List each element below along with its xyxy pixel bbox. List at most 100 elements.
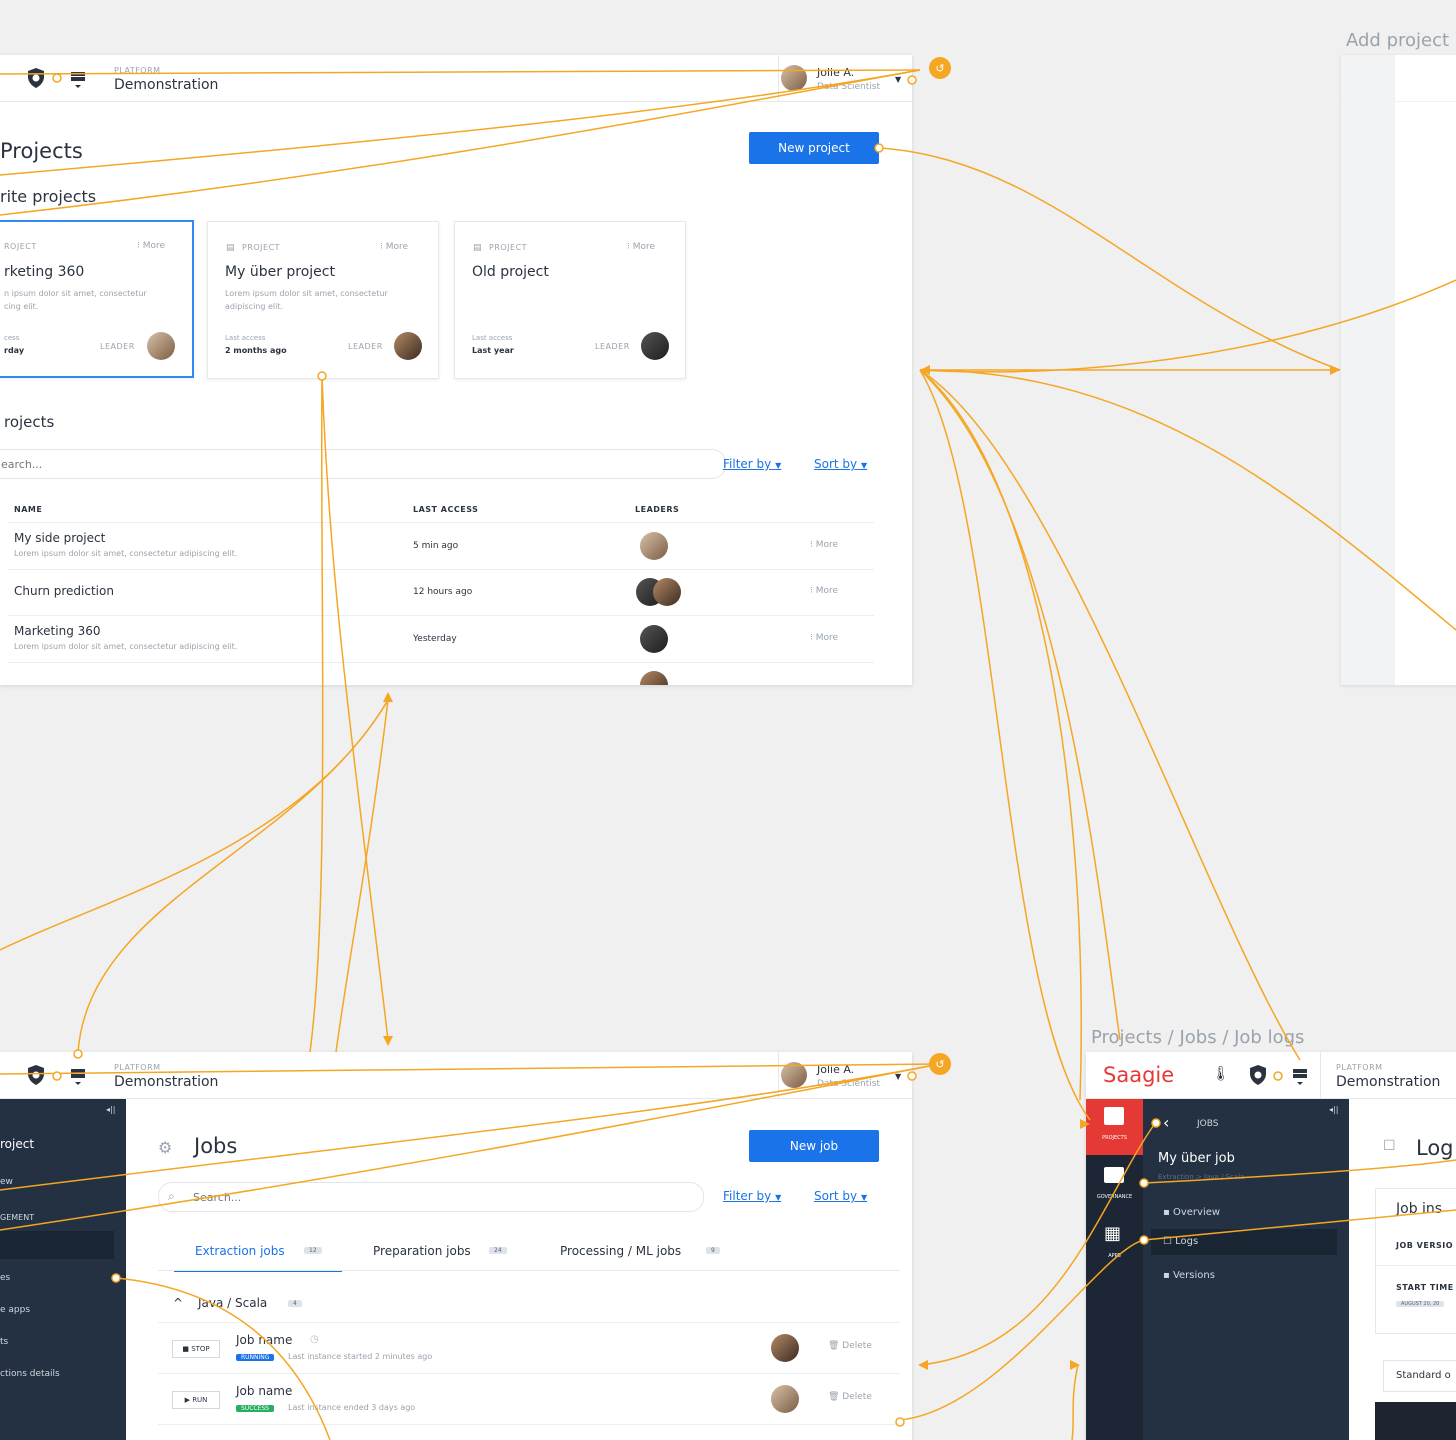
thermometer-icon[interactable]: 🌡 (1212, 1066, 1230, 1082)
job-row[interactable]: ■ STOP Job name ◷ RUNNING Last instance … (158, 1323, 900, 1374)
new-project-button[interactable]: New project (749, 132, 879, 164)
card-access-label: Last access (225, 334, 266, 342)
collapse-icon[interactable]: ◂|| (1329, 1105, 1338, 1114)
tab-label: Preparation jobs (373, 1244, 471, 1258)
row-desc: Lorem ipsum dolor sit amet, consectetur … (14, 549, 238, 558)
user-menu[interactable]: Jolie A. Data Scientist ▼ (778, 55, 912, 101)
card-type: PROJECT (242, 243, 281, 252)
delete-button[interactable]: 🗑 Delete (828, 1341, 872, 1351)
filter-by-link[interactable]: Filter by ▼ (723, 457, 781, 471)
menu-item-overview[interactable]: ▪ Overview (1163, 1207, 1220, 1218)
folder-icon: ▤ (473, 243, 482, 253)
sidebar-item[interactable]: ew (0, 1177, 13, 1187)
project-card[interactable]: ▤ PROJECT ⁝ More Old project Last access… (454, 221, 686, 379)
back-icon[interactable]: ‹ (1163, 1113, 1169, 1132)
favorites-heading: rite projects (0, 187, 97, 206)
more-button[interactable]: ⁝ More (810, 633, 838, 643)
tab-preparation-jobs[interactable]: Preparation jobs 24 (373, 1240, 523, 1270)
table-row[interactable]: Marketing 360 Lorem ipsum dolor sit amet… (8, 616, 874, 663)
shield-icon[interactable] (26, 1064, 46, 1086)
menu-item-versions[interactable]: ▪ Versions (1163, 1270, 1215, 1281)
platform-name[interactable]: Demonstration (114, 1074, 218, 1090)
new-job-button[interactable]: New job (749, 1130, 879, 1162)
user-menu[interactable]: Jolie A. Data Scientist ▼ (778, 1052, 912, 1098)
flow-arrowhead (383, 1036, 393, 1046)
platform-name[interactable]: Demonstration (1336, 1074, 1440, 1090)
chevron-up-icon[interactable]: ^ (173, 1296, 183, 1310)
sort-by-link[interactable]: Sort by ▼ (814, 1189, 867, 1203)
card-type: PROJECT (489, 243, 528, 252)
more-button[interactable]: ⁝ More (810, 586, 838, 596)
project-card[interactable]: ROJECT ⁝ More rketing 360 n ipsum dolor … (0, 220, 194, 378)
projects-screen: PLATFORM Demonstration Jolie A. Data Sci… (0, 55, 912, 685)
leader-label: LEADER (595, 342, 630, 351)
folder-icon (1104, 1107, 1124, 1125)
filter-by-link[interactable]: Filter by ▼ (723, 1189, 781, 1203)
user-role: Data Scientist (817, 1079, 880, 1089)
avatar (394, 332, 422, 360)
more-button[interactable]: ⁝ More (380, 242, 408, 252)
card-type: ROJECT (4, 242, 37, 251)
search-input[interactable] (158, 1182, 704, 1212)
status-badge: RUNNING (236, 1354, 275, 1361)
avatar (653, 578, 681, 606)
server-icon[interactable] (70, 71, 86, 88)
shield-icon[interactable] (26, 67, 46, 89)
server-icon[interactable] (70, 1068, 86, 1085)
rail-item-governance[interactable]: GOVERNANCE (1086, 1161, 1143, 1213)
platform-name[interactable]: Demonstration (114, 77, 218, 93)
project-sidebar: ◂|| roject ew GEMENT es e apps ts ctions… (0, 1099, 126, 1440)
delete-button[interactable]: 🗑 Delete (828, 1392, 872, 1402)
rail-item-apps[interactable]: ▦ APPS (1086, 1219, 1143, 1271)
log-console (1375, 1402, 1456, 1440)
flow-hotspot (929, 57, 951, 79)
tab-extraction-jobs[interactable]: Extraction jobs 12 (174, 1240, 342, 1272)
column-header-leaders[interactable]: LEADERS (635, 505, 679, 514)
log-stream-select[interactable]: Standard o (1383, 1360, 1456, 1392)
run-button[interactable]: ▶ RUN (172, 1391, 220, 1409)
more-button[interactable]: ⁝ More (627, 242, 655, 252)
column-header-last-access[interactable]: LAST ACCESS (413, 505, 478, 514)
date-badge: AUGUST 20, 20 (1396, 1301, 1445, 1307)
stop-button[interactable]: ■ STOP (172, 1340, 220, 1358)
shield-icon[interactable] (1248, 1064, 1268, 1086)
table-row[interactable]: My side project Lorem ipsum dolor sit am… (8, 522, 874, 570)
chevron-down-icon[interactable]: ▼ (895, 1072, 901, 1081)
field-divider (1376, 1265, 1456, 1266)
column-header-name[interactable]: NAME (14, 505, 42, 514)
tab-processing-jobs[interactable]: Processing / ML jobs 9 (560, 1240, 730, 1270)
job-row[interactable]: ▶ RUN Job name SUCCESS Last instance end… (158, 1374, 900, 1425)
sidebar-item[interactable]: roject (0, 1137, 34, 1151)
search-input[interactable] (0, 449, 726, 479)
more-button[interactable]: ⁝ More (810, 540, 838, 550)
ghost-topbar (1341, 55, 1456, 102)
collapse-icon[interactable]: ◂|| (106, 1105, 115, 1114)
sidebar-item[interactable]: ts (0, 1337, 8, 1347)
sidebar-item[interactable]: es (0, 1273, 10, 1283)
sidebar-item[interactable]: ctions details (0, 1369, 60, 1379)
project-card[interactable]: ▤ PROJECT ⁝ More My über project Lorem i… (207, 221, 439, 379)
sidebar-item[interactable]: e apps (0, 1305, 30, 1315)
flow-hotspot (929, 1053, 951, 1075)
more-button[interactable]: ⁝ More (137, 241, 165, 251)
chevron-down-icon[interactable]: ▼ (895, 75, 901, 84)
row-last-access: Yesterday (413, 634, 457, 644)
brand-logo[interactable]: Saagie (1103, 1063, 1174, 1087)
sidebar-item-active[interactable] (0, 1231, 114, 1259)
flow-line (919, 369, 1121, 1041)
flow-line (919, 369, 1091, 1121)
sort-by-link[interactable]: Sort by ▼ (814, 457, 867, 471)
group-label[interactable]: Java / Scala (198, 1296, 267, 1310)
add-project-screen (1341, 55, 1456, 685)
rail-item-projects[interactable]: PROJECTS (1086, 1099, 1143, 1155)
table-row-clipped[interactable] (8, 663, 874, 685)
status-badge: SUCCESS (236, 1405, 274, 1412)
user-role: Data Scientist (817, 82, 880, 92)
jobs-screen: PLATFORM Demonstration Jolie A. Data Sci… (0, 1052, 912, 1440)
menu-item-logs[interactable]: ☐ Logs (1151, 1229, 1337, 1255)
server-icon[interactable] (1292, 1068, 1308, 1085)
table-row[interactable]: Churn prediction 12 hours ago ⁝ More (8, 569, 874, 616)
card-access-value: rday (4, 346, 25, 355)
document-icon: ☐ (1383, 1138, 1396, 1154)
leader-label: LEADER (100, 342, 135, 351)
